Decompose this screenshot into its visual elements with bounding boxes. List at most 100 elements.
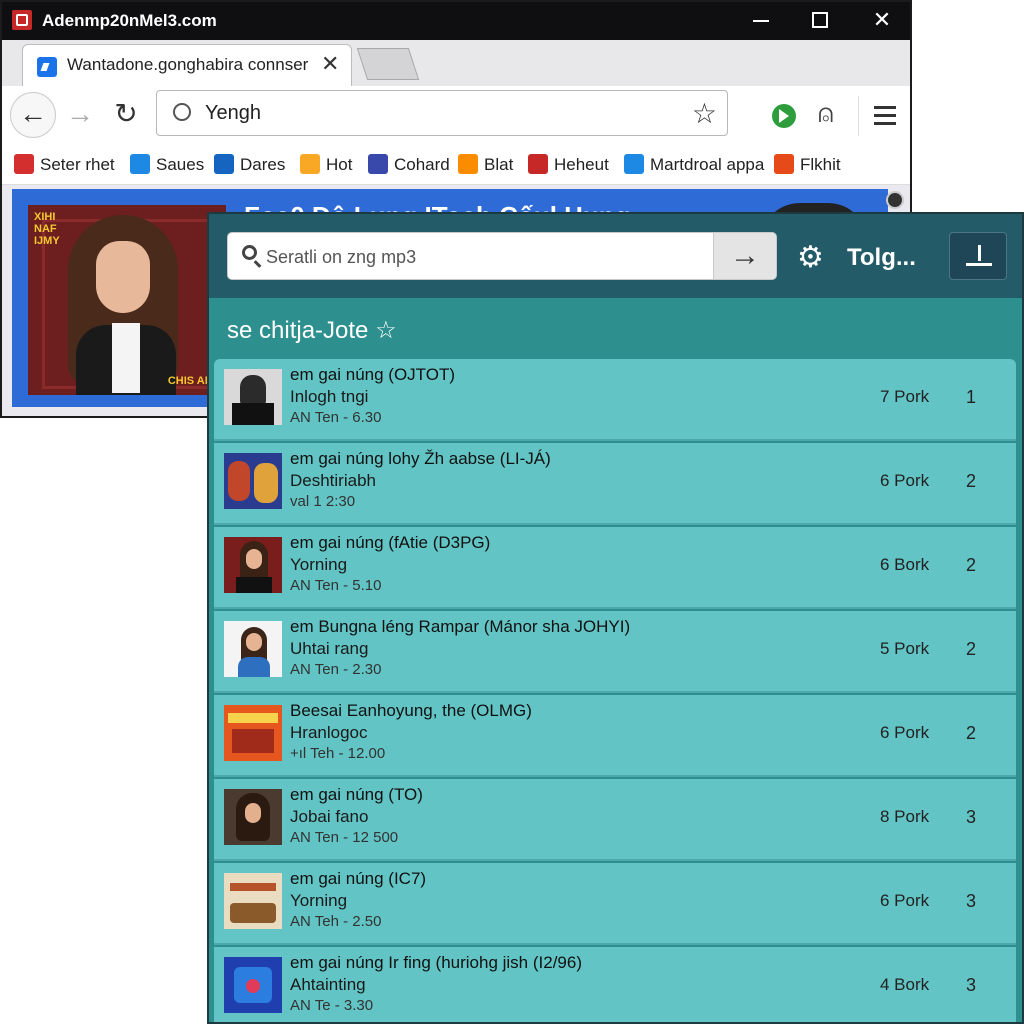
scrollbar-thumb[interactable] [886,191,904,209]
track-title: Beesai Eanhoyung, the (OLMG) [290,701,532,720]
track-artist: Jobai fano [290,807,369,826]
search-input[interactable] [264,233,708,279]
search-icon [242,245,257,260]
album-thumbnail [224,873,282,929]
track-row[interactable]: em gai núng (IC7) Yorning AN Teh - 2.50 … [214,863,1016,945]
track-row[interactable]: em gai núng lohy Žh aabse (LI-JÁ) Deshti… [214,443,1016,525]
bookmark-icon [774,154,794,174]
track-title: em gai núng (OJTOT) [290,365,456,384]
bookmark-icon [528,154,548,174]
track-artist: Inlogh tngi [290,387,369,406]
thumb-art [230,883,276,891]
track-artist: Deshtiriabh [290,471,376,490]
close-window-button[interactable]: ✕ [860,6,904,34]
track-number: 2 [966,723,977,743]
bookmark-icon [14,154,34,174]
download-button[interactable] [949,232,1007,280]
browser-tab[interactable]: Wantadone.gonghabira connser ✕ [22,44,352,86]
new-tab-button[interactable] [356,48,420,80]
track-plays: 4 Bork [880,975,930,994]
minimize-button[interactable] [738,6,782,34]
track-row[interactable]: em Bungna léng Rampar (Mánor sha JOHYI) … [214,611,1016,693]
track-row[interactable]: em gai núng (OJTOT) Inlogh tngi AN Ten -… [214,359,1016,441]
track-plays: 6 Pork [880,723,930,742]
address-text: Yengh [205,102,261,124]
hero-image: XIHI NAF IJMY CHIS ANS [28,205,226,395]
track-title: em gai núng Ir fing (huriohg jish (I2/96… [290,953,582,972]
track-number: 2 [966,639,977,659]
bookmark-item[interactable]: Seter rhet [14,154,115,175]
reload-icon[interactable]: ↻ [106,94,146,134]
track-meta: AN Ten - 12 500 [290,829,399,846]
track-number: 3 [966,975,977,995]
track-title: em gai núng lohy Žh aabse (LI-JÁ) [290,449,551,468]
track-meta: +ıl Teh - 12.00 [290,745,386,762]
search-submit-arrow-icon[interactable]: → [713,233,776,279]
gear-icon[interactable]: ⚙ [797,240,824,275]
album-thumbnail [224,453,282,509]
toggle-menu-label[interactable]: Tolg... [847,244,916,272]
bookmark-item[interactable]: Cohard [368,154,450,175]
bookmark-item[interactable]: Hot [300,154,352,175]
bookmark-item[interactable]: Martdroal appa [624,154,764,175]
bookmark-icon [368,154,388,174]
thumb-art [228,461,250,501]
album-thumbnail [224,369,282,425]
bookmark-item[interactable]: Flkhit [774,154,841,175]
bookmark-item[interactable]: Heheut [528,154,609,175]
track-meta: AN Ten - 6.30 [290,409,382,426]
track-artist: Yorning [290,891,348,910]
track-title: em Bungna léng Rampar (Mánor sha JOHYI) [290,617,631,636]
track-row[interactable]: em gai núng Ir fing (huriohg jish (I2/96… [214,947,1016,1022]
maximize-button[interactable] [798,6,842,34]
menu-icon[interactable] [874,106,896,125]
track-artist: Yorning [290,555,348,574]
image-shape [96,241,150,313]
extension-icon[interactable]: ⍝ [818,98,834,130]
track-number: 1 [966,387,977,407]
track-meta: AN Ten - 2.30 [290,661,382,678]
track-row[interactable]: em gai núng (fAtie (D3PG) Yorning AN Ten… [214,527,1016,609]
image-shape [112,323,140,393]
track-meta: AN Ten - 5.10 [290,577,382,594]
tab-strip: Wantadone.gonghabira connser ✕ [2,40,910,87]
track-number: 2 [966,555,977,575]
track-number: 2 [966,471,977,491]
extension-play-icon[interactable] [772,104,796,128]
thumb-art [246,549,262,569]
playlist-title: se chitja-Jote ☆ [227,317,397,344]
track-artist: Ahtainting [290,975,366,994]
back-arrow-icon[interactable]: ← [10,92,56,138]
browser-toolbar: ← → ↻ Yengh ☆ ⍝ [2,86,910,144]
bookmark-icon [624,154,644,174]
track-artist: Hranlogoc [290,723,368,742]
title-bar: Adenmp20nMel3.com ✕ [2,2,910,40]
address-bar[interactable]: Yengh ☆ [156,90,728,136]
track-meta: AN Teh - 2.50 [290,913,382,930]
album-thumbnail [224,621,282,677]
track-row[interactable]: em gai núng (TO) Jobai fano AN Ten - 12 … [214,779,1016,861]
thumb-art [245,803,261,823]
site-info-icon[interactable] [173,103,191,121]
toolbar-divider [858,96,859,136]
tab-title: Wantadone.gonghabira connser [67,55,309,74]
track-number: 3 [966,891,977,911]
track-plays: 6 Pork [880,471,930,490]
thumb-art [236,577,272,593]
track-row[interactable]: Beesai Eanhoyung, the (OLMG) Hranlogoc +… [214,695,1016,777]
track-artist: Uhtai rang [290,639,369,658]
bookmark-item[interactable]: Saues [130,154,204,175]
album-thumbnail [224,957,282,1013]
track-meta: val 1 2:30 [290,493,356,510]
track-number: 3 [966,807,977,827]
thumb-art [246,633,262,651]
bookmarks-bar: Seter rhet Saues Dares Hot Cohard Blat H… [2,144,910,185]
bookmark-star-icon[interactable]: ☆ [692,97,717,130]
album-thumbnail [224,789,282,845]
tab-close-icon[interactable]: ✕ [321,51,339,77]
track-plays: 7 Pork [880,387,930,406]
forward-arrow-icon[interactable]: → [60,94,100,134]
bookmark-item[interactable]: Dares [214,154,285,175]
thumb-art [230,903,276,923]
bookmark-item[interactable]: Blat [458,154,513,175]
